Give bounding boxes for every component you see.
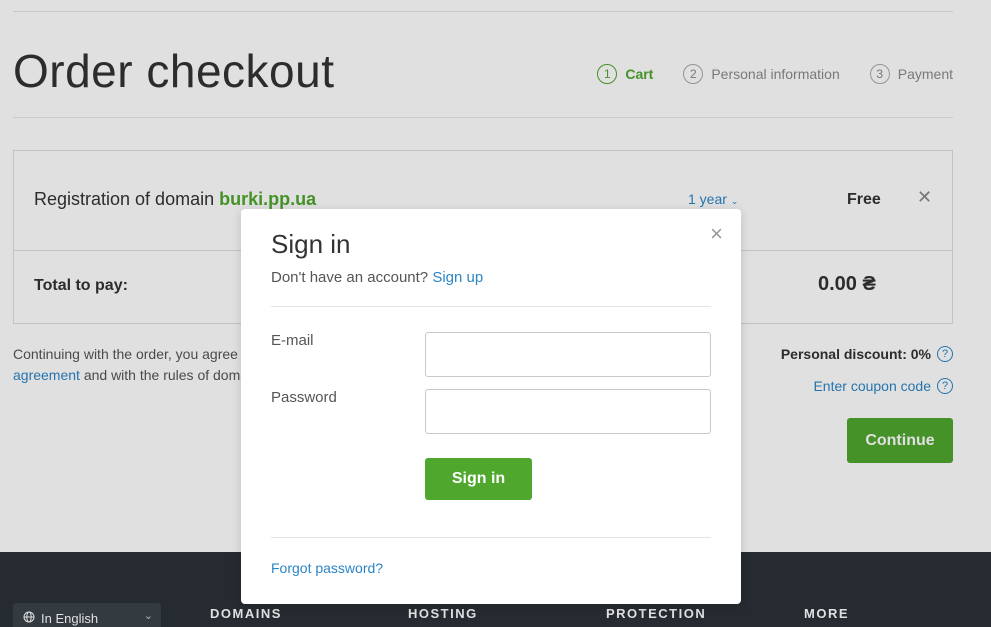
- sign-in-dialog: × Sign in Don't have an account? Sign up…: [241, 209, 741, 604]
- email-label: E-mail: [271, 332, 314, 349]
- no-account-text: Don't have an account?: [271, 269, 429, 286]
- dialog-divider: [271, 537, 711, 538]
- password-field[interactable]: [425, 389, 711, 434]
- forgot-password-link[interactable]: Forgot password?: [271, 560, 383, 576]
- email-field[interactable]: [425, 332, 711, 377]
- sign-up-link[interactable]: Sign up: [432, 269, 483, 286]
- password-label: Password: [271, 389, 337, 406]
- signup-prompt: Don't have an account? Sign up: [271, 269, 483, 286]
- dialog-divider: [271, 306, 711, 307]
- close-icon[interactable]: ×: [710, 221, 723, 247]
- dialog-title: Sign in: [271, 229, 351, 259]
- sign-in-button[interactable]: Sign in: [425, 458, 532, 500]
